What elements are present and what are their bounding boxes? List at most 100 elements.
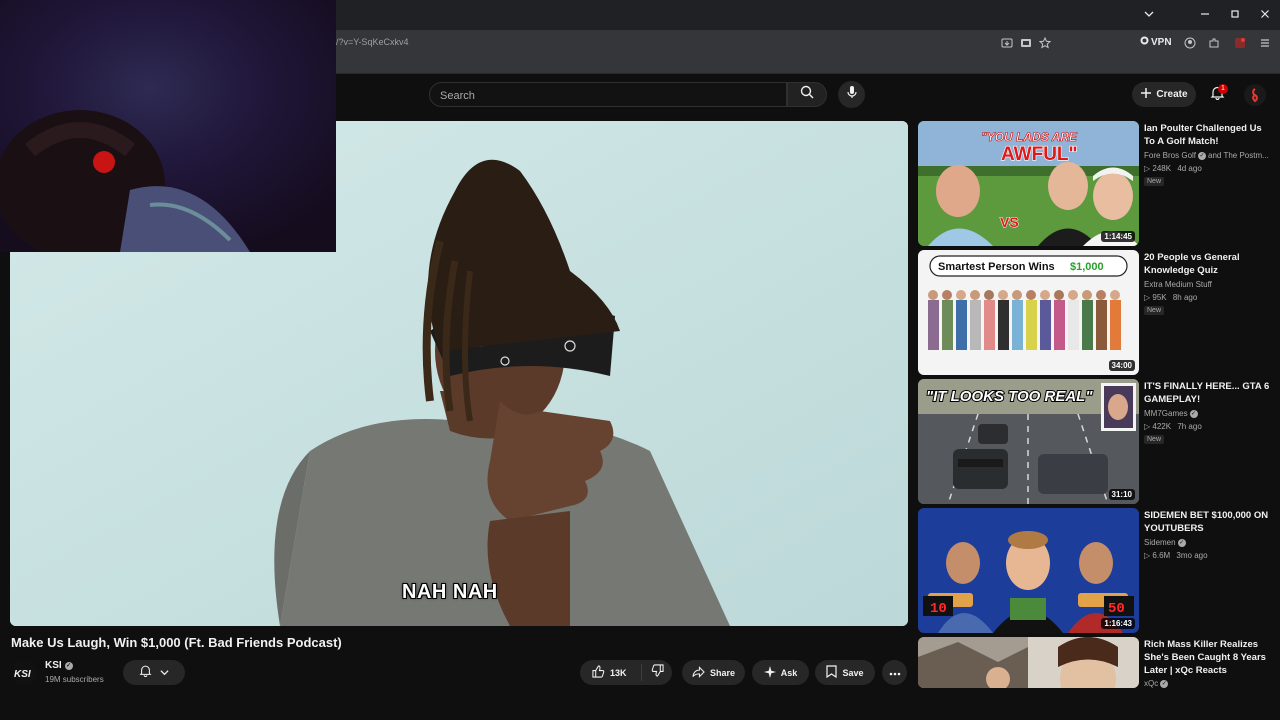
recommendation-title[interactable]: Ian Poulter Challenged Us To A Golf Matc… xyxy=(1144,122,1272,148)
view-count: 248K xyxy=(1152,164,1172,173)
share-label: Share xyxy=(709,667,735,678)
verified-icon: ✓ xyxy=(1177,538,1186,547)
more-horizontal-icon xyxy=(889,668,901,678)
recommendation-channel[interactable]: Fore Bros Golf ✓ and The Postm... xyxy=(1144,151,1269,160)
recommendation-item[interactable]: 10 50 1:16:43 SIDEMEN BET $100,000 ON YO… xyxy=(918,508,1273,633)
bookmark-icon xyxy=(826,665,838,680)
url-text[interactable]: /?v=Y-SqKeCxkv4 xyxy=(336,37,408,47)
channel-avatar[interactable]: KSI xyxy=(11,660,37,686)
upload-age: 7h ago xyxy=(1177,422,1202,431)
ask-label: Ask xyxy=(780,667,798,678)
account-avatar[interactable] xyxy=(1244,84,1266,106)
like-button[interactable]: 13K xyxy=(592,665,627,680)
install-app-icon[interactable] xyxy=(999,35,1015,51)
channel-name[interactable]: KSI ✓ xyxy=(45,660,73,671)
recommendation-thumbnail[interactable]: 10 50 1:16:43 xyxy=(918,508,1139,633)
recommendation-thumbnail[interactable] xyxy=(918,637,1139,688)
minimize-icon[interactable] xyxy=(1196,6,1214,24)
thumbs-up-icon xyxy=(592,665,605,680)
thumbnail-text-overlay: "YOU LADS ARE AWFUL" VS xyxy=(981,130,1079,231)
cast-icon[interactable] xyxy=(1018,35,1034,51)
recommendation-thumbnail[interactable]: Smartest Person Wins $1,000 34:00 xyxy=(918,250,1139,375)
verified-icon: ✓ xyxy=(1189,409,1198,418)
thumb-text-1: Smartest Person Wins xyxy=(938,261,1055,273)
recommendation-channel[interactable]: xQc ✓ xyxy=(1144,679,1169,688)
video-duration: 31:10 xyxy=(1108,489,1135,500)
thumb-text-1: "IT LOOKS TOO REAL" xyxy=(926,388,1093,405)
chevron-down-icon[interactable] xyxy=(1140,6,1158,24)
thumb-text-2: $1,000 xyxy=(1070,261,1104,273)
vpn-icon xyxy=(1140,36,1149,48)
channel-text: Extra Medium Stuff xyxy=(1144,280,1212,289)
thumb-text-1: 10 xyxy=(930,601,947,617)
recommendation-channel[interactable]: Extra Medium Stuff xyxy=(1144,280,1212,289)
recommendation-title[interactable]: 20 People vs General Knowledge Quiz xyxy=(1144,251,1272,277)
save-button[interactable]: Save xyxy=(815,660,875,685)
recommendation-item[interactable]: Smartest Person Wins $1,000 34:00 20 Peo… xyxy=(918,250,1273,375)
thumbs-down-icon xyxy=(651,664,664,682)
voice-search-button[interactable] xyxy=(838,81,865,108)
search-box[interactable] xyxy=(429,82,787,107)
extension-badge-icon[interactable] xyxy=(1232,35,1248,51)
recommendation-item[interactable]: "IT LOOKS TOO REAL" 31:10 IT'S FINALLY H… xyxy=(918,379,1273,504)
create-button[interactable]: Create xyxy=(1132,82,1196,107)
views-icon: ▷ xyxy=(1144,551,1151,560)
channel-extra-text: and The Postm... xyxy=(1208,151,1269,160)
sparkle-icon xyxy=(763,665,776,680)
like-divider xyxy=(641,664,642,681)
channel-text: MM7Games xyxy=(1144,409,1188,418)
views-icon: ▷ xyxy=(1144,422,1151,431)
notification-count-badge: 1 xyxy=(1218,84,1228,94)
video-duration: 1:16:43 xyxy=(1101,618,1135,629)
bookmark-star-icon[interactable] xyxy=(1037,35,1053,51)
channel-text: Sidemen xyxy=(1144,538,1176,547)
thumb-text-1: "YOU LADS ARE xyxy=(981,130,1078,144)
webcam-feed xyxy=(0,0,336,252)
recommendation-title[interactable]: IT'S FINALLY HERE... GTA 6 GAMEPLAY! xyxy=(1144,380,1272,406)
chevron-down-icon xyxy=(160,664,169,682)
close-icon[interactable] xyxy=(1256,6,1274,24)
subscriber-count: 19M subscribers xyxy=(45,675,104,684)
verified-icon: ✓ xyxy=(1160,679,1169,688)
subscription-bell-button[interactable] xyxy=(123,660,185,685)
extensions-icon[interactable] xyxy=(1206,35,1222,51)
thumb-text-2: AWFUL" xyxy=(1001,144,1078,165)
dislike-button[interactable] xyxy=(648,664,666,682)
video-title: Make Us Laugh, Win $1,000 (Ft. Bad Frien… xyxy=(11,635,342,650)
vpn-button[interactable]: VPN xyxy=(1140,36,1172,48)
channel-text: xQc xyxy=(1144,679,1159,688)
thumbnail-text-overlay: 10 50 xyxy=(930,601,1125,617)
thumbnail-text-overlay: "IT LOOKS TOO REAL" xyxy=(925,387,1094,406)
webcam-overlay xyxy=(0,0,336,252)
screen: { "browser": { "url": "/?v=Y-SqKeCxkv4",… xyxy=(0,0,1280,720)
view-count: 95K xyxy=(1152,293,1167,302)
plus-icon xyxy=(1140,87,1152,102)
ask-button[interactable]: Ask xyxy=(752,660,809,685)
search-input[interactable] xyxy=(440,88,770,103)
restore-icon[interactable] xyxy=(1226,6,1244,24)
recommendation-thumbnail[interactable]: "YOU LADS ARE AWFUL" VS 1:14:45 xyxy=(918,121,1139,246)
share-icon xyxy=(692,665,705,680)
svg-text:KSI: KSI xyxy=(14,669,31,679)
recommendation-channel[interactable]: MM7Games ✓ xyxy=(1144,409,1198,418)
menu-icon[interactable] xyxy=(1257,35,1273,51)
search-icon xyxy=(800,85,814,104)
recommendation-meta: ▷ 6.6M 3mo ago xyxy=(1144,551,1208,560)
profile-icon[interactable] xyxy=(1182,35,1198,51)
recommendation-item[interactable]: Rich Mass Killer Realizes She's Been Cau… xyxy=(918,637,1273,688)
video-duration: 1:14:45 xyxy=(1101,231,1135,242)
verified-icon: ✓ xyxy=(1198,151,1207,160)
recommendation-channel[interactable]: Sidemen ✓ xyxy=(1144,538,1186,547)
recommendation-thumbnail[interactable]: "IT LOOKS TOO REAL" 31:10 xyxy=(918,379,1139,504)
share-button[interactable]: Share xyxy=(682,660,745,685)
bell-icon xyxy=(139,664,152,682)
search-button[interactable] xyxy=(787,82,827,107)
recommendation-title[interactable]: SIDEMEN BET $100,000 ON YOUTUBERS xyxy=(1144,509,1272,535)
more-actions-button[interactable] xyxy=(882,660,907,685)
vpn-label: VPN xyxy=(1151,36,1172,48)
video-duration: 34:00 xyxy=(1108,360,1135,371)
views-icon: ▷ xyxy=(1144,293,1151,302)
recommendation-item[interactable]: "YOU LADS ARE AWFUL" VS 1:14:45 Ian Poul… xyxy=(918,121,1273,246)
upload-age: 8h ago xyxy=(1172,293,1198,302)
recommendation-title[interactable]: Rich Mass Killer Realizes She's Been Cau… xyxy=(1144,638,1272,677)
